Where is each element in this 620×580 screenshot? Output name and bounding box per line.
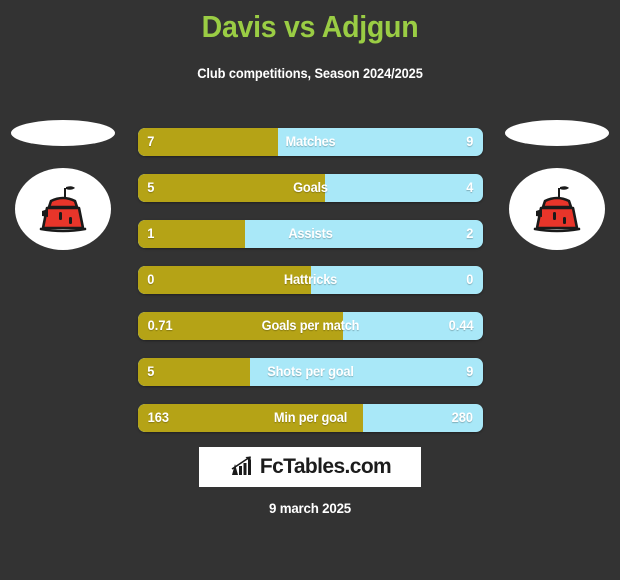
away-team-crest	[509, 168, 605, 250]
stat-label: Matches	[285, 134, 336, 149]
stat-label: Hattricks	[283, 272, 338, 287]
away-stat-value: 0.44	[448, 318, 474, 333]
bar-chart-arrow-icon	[231, 456, 251, 475]
page-title: Davis vs Adjgun	[201, 9, 419, 44]
tower-crest-icon	[533, 186, 581, 233]
away-blank-badge	[505, 120, 609, 146]
stat-label: Min per goal	[273, 410, 348, 425]
away-team-crest-column	[502, 120, 612, 250]
stat-label: Goals per match	[261, 318, 360, 333]
stat-row: 1 Assists 2	[138, 220, 483, 248]
stat-row: 5 Shots per goal 9	[138, 358, 483, 386]
stat-label: Assists	[288, 226, 333, 241]
stat-row: 7 Matches 9	[138, 128, 483, 156]
page-header: Davis vs Adjgun Club competitions, Seaso…	[0, 0, 620, 81]
home-team-crest	[15, 168, 111, 250]
page-subtitle: Club competitions, Season 2024/2025	[197, 66, 423, 82]
stat-row: 0 Hattricks 0	[138, 266, 483, 294]
fctables-logo-text: FcTables.com	[259, 455, 392, 478]
stat-label: Goals	[293, 180, 328, 195]
stat-row: 163 Min per goal 280	[138, 404, 483, 432]
stat-label: Shots per goal	[267, 364, 354, 379]
footer-date: 9 march 2025	[268, 500, 352, 516]
away-stat-value: 280	[452, 410, 474, 425]
stat-row: 5 Goals 4	[138, 174, 483, 202]
away-stat-value: 2	[466, 226, 474, 241]
home-blank-badge	[11, 120, 115, 146]
away-stat-value: 9	[466, 134, 474, 149]
stat-comparison-bars: 7 Matches 9 5 Goals 4 1 Assists 2 0 Hattricks 0 0.71…	[138, 128, 483, 450]
home-team-crest-column	[8, 120, 118, 250]
stat-row: 0.71 Goals per match 0.44	[138, 312, 483, 340]
fctables-logo[interactable]: FcTables.com	[199, 447, 421, 487]
away-stat-value: 0	[466, 272, 474, 287]
tower-crest-icon	[39, 186, 87, 233]
away-stat-value: 9	[466, 364, 474, 379]
away-stat-value: 4	[466, 180, 474, 195]
